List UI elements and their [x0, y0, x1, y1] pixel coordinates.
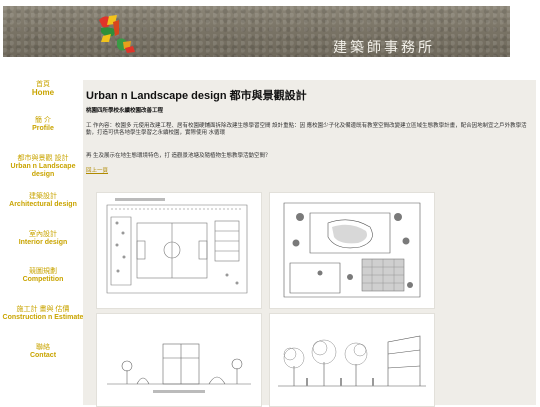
nav-item-label-en: Architectural design — [9, 201, 77, 208]
nav-item-label-zh: 都市與景觀 設計 — [17, 155, 69, 162]
landscape-plan-image — [283, 202, 421, 298]
back-link[interactable]: 回上一頁 — [86, 166, 108, 174]
project-subtitle: 桃園四所學校永續校園改善工程 — [86, 108, 164, 114]
nav-item-contact[interactable]: 聯絡 Contact — [0, 344, 86, 360]
section-trees-image — [278, 335, 426, 387]
nav-item-interior[interactable]: 室內設計 Interior design — [0, 231, 86, 247]
nav-item-label-en: Contact — [29, 352, 57, 359]
nav-item-label-en: Urban n Landscape design — [10, 163, 76, 178]
section-trees-drawing[interactable] — [269, 313, 435, 407]
content-panel: Urban n Landscape design 都市與景觀設計 桃園四所學校永… — [83, 80, 536, 407]
nav-item-architectural[interactable]: 建築設計 Architectural design — [0, 193, 86, 209]
page-title: Urban n Landscape design 都市與景觀設計 — [86, 90, 307, 102]
site-plan-drawing[interactable] — [96, 192, 262, 309]
nav-item-competition[interactable]: 競圖規劃 Competition — [0, 268, 86, 284]
section-elevation-image — [107, 343, 251, 393]
nav-item-label-zh: 室內設計 — [29, 231, 57, 238]
section-elevation-drawing[interactable] — [96, 313, 262, 407]
description-paragraph: 工 作內容：校園多 元使用改建工程、居有校園硬鋪面拆除改建生態學習空間 設計重點… — [86, 123, 527, 136]
nav-item-label-en: Construction n Estimate — [2, 314, 84, 321]
nav-item-profile[interactable]: 簡 介 Profile — [0, 117, 86, 133]
nav-item-construction[interactable]: 施工計 畫與 估價 Construction n Estimate — [0, 306, 86, 322]
nav-item-label-zh: 競圖規劃 — [29, 268, 57, 275]
landscape-plan-drawing[interactable] — [269, 192, 435, 309]
nav-item-label-en: Competition — [22, 276, 64, 283]
description-paragraph: 再 生及展示在地生態環境特色，打 造觀景池塘及隨植物生態教學活動空間？ — [86, 153, 271, 159]
nav-item-label-en: Interior design — [18, 239, 68, 246]
nav-item-home[interactable]: 首頁 Home — [0, 81, 86, 97]
nav-item-label-zh: 簡 介 — [35, 117, 51, 124]
nav-item-label-en: Home — [31, 88, 55, 97]
sidebar-nav: 首頁 Home 簡 介 Profile 都市與景觀 設計 Urban n Lan… — [0, 0, 86, 405]
nav-item-label-zh: 施工計 畫與 估價 — [16, 306, 70, 313]
nav-item-label-en: Profile — [32, 125, 54, 132]
firm-name: 建築師事務所 — [333, 40, 435, 56]
logo-calligraphy-icon — [99, 15, 135, 53]
nav-item-label-zh: 建築設計 — [29, 193, 57, 200]
nav-item-label-zh: 聯絡 — [36, 344, 50, 351]
nav-item-urban-landscape[interactable]: 都市與景觀 設計 Urban n Landscape design — [0, 155, 86, 179]
site-plan-image — [106, 198, 248, 294]
